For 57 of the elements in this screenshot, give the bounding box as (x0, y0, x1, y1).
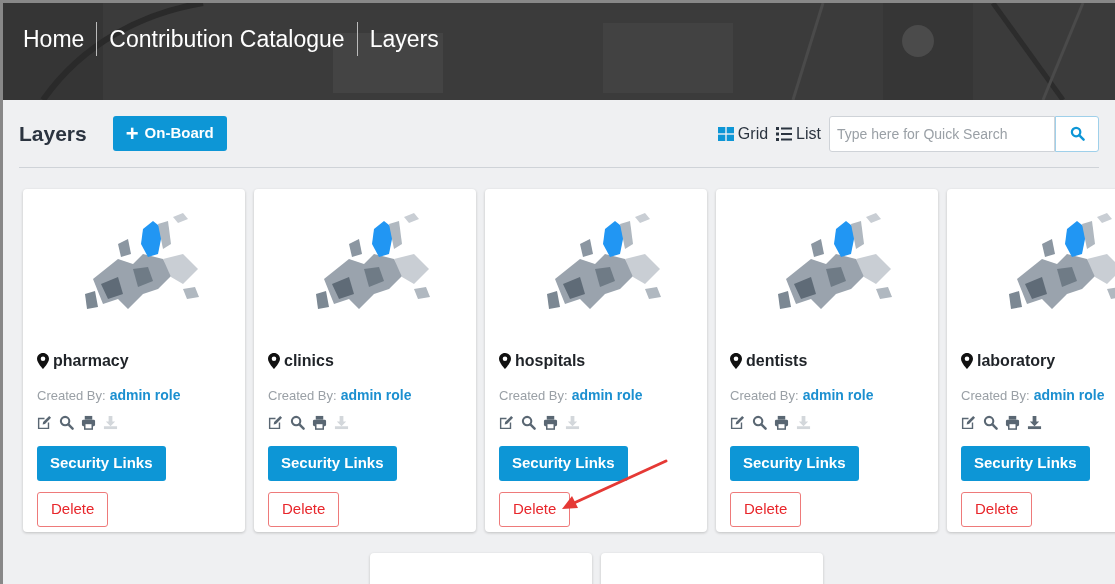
grid-view-toggle[interactable]: Grid (717, 121, 769, 146)
breadcrumb-link[interactable]: Contribution Catalogue (109, 21, 345, 57)
map-pin-icon (499, 353, 511, 369)
security-links-button[interactable]: Security Links (499, 446, 628, 481)
delete-button[interactable]: Delete (268, 492, 340, 527)
layer-title: dentists (746, 351, 808, 371)
creator-link[interactable]: admin role (109, 385, 181, 406)
creator-link[interactable]: admin role (571, 385, 643, 406)
edit-icon[interactable] (730, 415, 745, 430)
map-pin-icon (730, 353, 742, 369)
search-field[interactable]: Type here for Quick Search (829, 115, 1055, 152)
search-button[interactable] (1055, 115, 1099, 152)
print-icon[interactable] (81, 415, 96, 430)
print-icon[interactable] (312, 415, 327, 430)
created-by-label: Created By: (499, 386, 568, 405)
print-icon[interactable] (1005, 415, 1020, 430)
edit-icon[interactable] (37, 415, 52, 430)
edit-icon[interactable] (268, 415, 283, 430)
layer-title: hospitals (515, 351, 586, 371)
security-links-button[interactable]: Security Links (37, 446, 166, 481)
download-icon[interactable] (1027, 415, 1042, 430)
search-icon[interactable] (59, 415, 74, 430)
creator-link[interactable]: admin role (802, 385, 874, 406)
on-board-button[interactable]: + On-Board (112, 116, 227, 151)
page-title: Layers (19, 120, 87, 147)
map-pin-icon (37, 353, 49, 369)
edit-icon[interactable] (499, 415, 514, 430)
search-icon[interactable] (752, 415, 767, 430)
layer-title: laboratory (977, 351, 1056, 371)
delete-button[interactable]: Delete (961, 492, 1033, 527)
delete-button[interactable]: Delete (499, 492, 571, 527)
created-by-label: Created By: (268, 386, 337, 405)
created-by-label: Created By: (37, 386, 106, 405)
security-links-button[interactable]: Security Links (961, 446, 1090, 481)
security-links-button[interactable]: Security Links (268, 446, 397, 481)
layer-title: clinics (284, 351, 334, 371)
map-pin-icon (961, 353, 973, 369)
breadcrumb-link[interactable]: Layers (369, 21, 439, 57)
delete-button[interactable]: Delete (730, 492, 802, 527)
created-by-label: Created By: (961, 386, 1030, 405)
creator-link[interactable]: admin role (340, 385, 412, 406)
creator-link[interactable]: admin role (1033, 385, 1105, 406)
search-icon[interactable] (290, 415, 305, 430)
list-view-toggle[interactable]: List (776, 121, 821, 146)
security-links-button[interactable]: Security Links (730, 446, 859, 481)
layer-title: pharmacy (53, 351, 129, 371)
print-icon[interactable] (774, 415, 789, 430)
list-icon (776, 126, 793, 141)
edit-icon[interactable] (961, 415, 976, 430)
map-pin-icon (268, 353, 280, 369)
search-icon[interactable] (521, 415, 536, 430)
created-by-label: Created By: (730, 386, 799, 405)
grid-icon (717, 126, 734, 141)
search-icon (1069, 126, 1085, 141)
delete-button[interactable]: Delete (37, 492, 109, 527)
search-icon[interactable] (983, 415, 998, 430)
print-icon[interactable] (543, 415, 558, 430)
